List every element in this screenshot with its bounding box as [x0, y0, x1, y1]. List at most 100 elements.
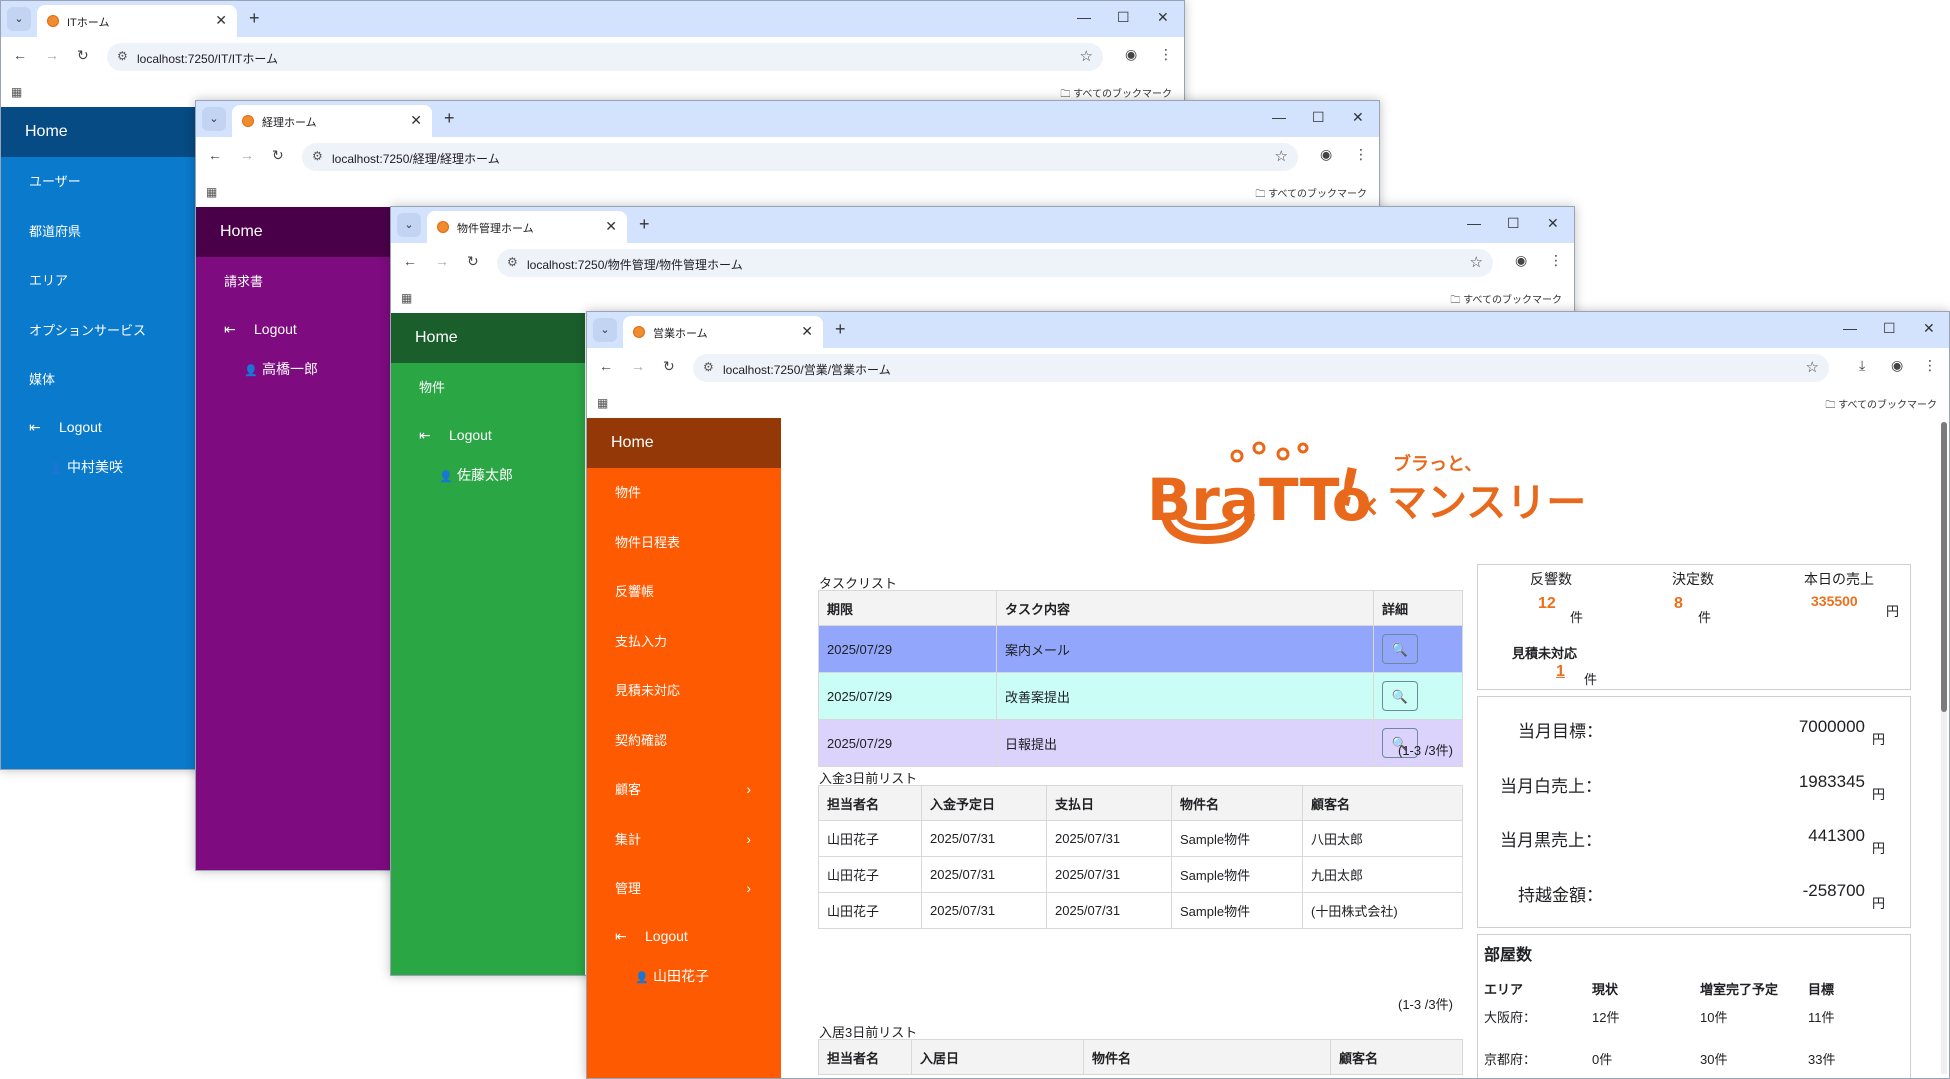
sidebar-item-users[interactable]: ユーザー [1, 157, 195, 207]
sidebar-item-media[interactable]: 媒体 [1, 355, 195, 405]
menu-icon[interactable]: ⋮ [1354, 146, 1368, 163]
reload-icon[interactable]: ↻ [77, 47, 89, 64]
sidebar-item-invoices[interactable]: 請求書 [196, 257, 390, 307]
tab-it-home[interactable]: ITホーム ✕ [37, 5, 237, 37]
new-tab-button[interactable]: + [444, 107, 455, 129]
tab-close-icon[interactable]: ✕ [410, 112, 422, 129]
sidebar-item-management[interactable]: 管理 › [587, 864, 781, 914]
url-text: localhost:7250/営業/営業ホーム [723, 363, 891, 377]
sidebar-item-response-book[interactable]: 反響帳 [587, 567, 781, 617]
tab-search-button[interactable]: ⌄ [202, 107, 226, 131]
back-icon[interactable]: ← [599, 358, 613, 374]
address-bar[interactable]: ⚙ localhost:7250/営業/営業ホーム ☆ [693, 354, 1829, 382]
reload-icon[interactable]: ↻ [272, 147, 284, 164]
sidebar-item-areas[interactable]: エリア [1, 256, 195, 306]
back-icon[interactable]: ← [208, 147, 222, 163]
sidebar-item-estimate-pending[interactable]: 見積未対応 [587, 666, 781, 716]
apps-icon[interactable]: ▦ [401, 291, 412, 305]
menu-icon[interactable]: ⋮ [1159, 46, 1173, 63]
bookmark-star-icon[interactable]: ☆ [1275, 147, 1288, 165]
apps-icon[interactable]: ▦ [206, 185, 217, 199]
sidebar-item-property-schedule[interactable]: 物件日程表 [587, 518, 781, 568]
column-header: 担当者名 [818, 785, 922, 821]
all-bookmarks-button[interactable]: 🗀 すべてのブックマーク [1255, 185, 1367, 204]
site-info-icon[interactable]: ⚙ [312, 149, 323, 163]
new-tab-button[interactable]: + [249, 7, 260, 29]
tab-property-home[interactable]: 物件管理ホーム ✕ [427, 211, 627, 243]
forward-icon[interactable]: → [435, 253, 449, 269]
back-icon[interactable]: ← [13, 47, 27, 63]
address-bar[interactable]: ⚙ localhost:7250/経理/経理ホーム ☆ [302, 143, 1298, 171]
reload-icon[interactable]: ↻ [663, 358, 675, 375]
profile-icon[interactable]: ◉ [1891, 357, 1903, 374]
minimize-button[interactable]: — [1077, 9, 1091, 25]
tab-accounting-home[interactable]: 経理ホーム ✕ [232, 105, 432, 137]
maximize-button[interactable]: ☐ [1117, 9, 1130, 26]
new-tab-button[interactable]: + [639, 213, 650, 235]
site-info-icon[interactable]: ⚙ [507, 255, 518, 269]
maximize-button[interactable]: ☐ [1507, 215, 1520, 232]
site-info-icon[interactable]: ⚙ [117, 49, 128, 63]
back-icon[interactable]: ← [403, 253, 417, 269]
tab-close-icon[interactable]: ✕ [605, 218, 617, 235]
sidebar-item-payment-input[interactable]: 支払入力 [587, 617, 781, 667]
tab-close-icon[interactable]: ✕ [215, 12, 227, 29]
reload-icon[interactable]: ↻ [467, 253, 479, 270]
scrollbar[interactable] [1941, 422, 1947, 1074]
tab-close-icon[interactable]: ✕ [801, 323, 813, 340]
window-close-button[interactable]: ✕ [1547, 215, 1559, 232]
sidebar-item-properties[interactable]: 物件 [391, 363, 585, 413]
address-bar[interactable]: ⚙ localhost:7250/物件管理/物件管理ホーム ☆ [497, 249, 1493, 277]
tab-search-button[interactable]: ⌄ [397, 213, 421, 237]
apps-icon[interactable]: ▦ [597, 396, 608, 410]
bookmark-star-icon[interactable]: ☆ [1080, 47, 1093, 65]
forward-icon[interactable]: → [240, 147, 254, 163]
forward-icon[interactable]: → [631, 358, 645, 374]
logout-button[interactable]: ⇤ Logout [587, 914, 781, 958]
maximize-button[interactable]: ☐ [1883, 320, 1896, 337]
sidebar-home[interactable]: Home [196, 207, 390, 257]
tab-search-button[interactable]: ⌄ [593, 318, 617, 342]
minimize-button[interactable]: — [1467, 215, 1481, 231]
sidebar-item-customers[interactable]: 顧客 › [587, 765, 781, 815]
logout-button[interactable]: ⇤ Logout [391, 413, 585, 457]
profile-icon[interactable]: ◉ [1125, 46, 1137, 63]
window-close-button[interactable]: ✕ [1157, 9, 1169, 26]
all-bookmarks-button[interactable]: 🗀 すべてのブックマーク [1450, 291, 1562, 310]
detail-search-button[interactable]: 🔍 [1382, 634, 1418, 664]
forward-icon[interactable]: → [45, 47, 59, 63]
estimate-pending-value[interactable]: 1 [1556, 663, 1565, 681]
sidebar-item-contract-check[interactable]: 契約確認 [587, 716, 781, 766]
sidebar-item-option-services[interactable]: オプションサービス [1, 306, 195, 356]
logout-button[interactable]: ⇤ Logout [196, 307, 390, 351]
profile-icon[interactable]: ◉ [1320, 146, 1332, 163]
scrollbar-thumb[interactable] [1941, 422, 1947, 712]
download-icon[interactable]: ⤓ [1859, 357, 1865, 374]
sidebar-home[interactable]: Home [1, 107, 195, 157]
tab-search-button[interactable]: ⌄ [7, 7, 31, 31]
bookmark-star-icon[interactable]: ☆ [1470, 253, 1483, 271]
sidebar-home[interactable]: Home [587, 418, 781, 468]
tab-sales-home[interactable]: 営業ホーム ✕ [623, 316, 823, 348]
maximize-button[interactable]: ☐ [1312, 109, 1325, 126]
sidebar-item-prefectures[interactable]: 都道府県 [1, 207, 195, 257]
bookmark-star-icon[interactable]: ☆ [1806, 358, 1819, 376]
sidebar-item-properties[interactable]: 物件 [587, 468, 781, 518]
new-tab-button[interactable]: + [835, 318, 846, 340]
window-close-button[interactable]: ✕ [1352, 109, 1364, 126]
apps-icon[interactable]: ▦ [11, 85, 22, 99]
site-info-icon[interactable]: ⚙ [703, 360, 714, 374]
window-close-button[interactable]: ✕ [1923, 320, 1935, 337]
menu-icon[interactable]: ⋮ [1549, 252, 1563, 269]
column-header: エリア [1484, 982, 1524, 997]
sidebar-home[interactable]: Home [391, 313, 585, 363]
minimize-button[interactable]: — [1843, 320, 1857, 336]
minimize-button[interactable]: — [1272, 109, 1286, 125]
profile-icon[interactable]: ◉ [1515, 252, 1527, 269]
all-bookmarks-button[interactable]: 🗀 すべてのブックマーク [1825, 396, 1937, 415]
detail-search-button[interactable]: 🔍 [1382, 681, 1418, 711]
address-bar[interactable]: ⚙ localhost:7250/IT/ITホーム ☆ [107, 43, 1103, 71]
menu-icon[interactable]: ⋮ [1923, 357, 1937, 374]
sidebar-item-aggregation[interactable]: 集計 › [587, 815, 781, 865]
logout-button[interactable]: ⇤ Logout [1, 405, 195, 449]
